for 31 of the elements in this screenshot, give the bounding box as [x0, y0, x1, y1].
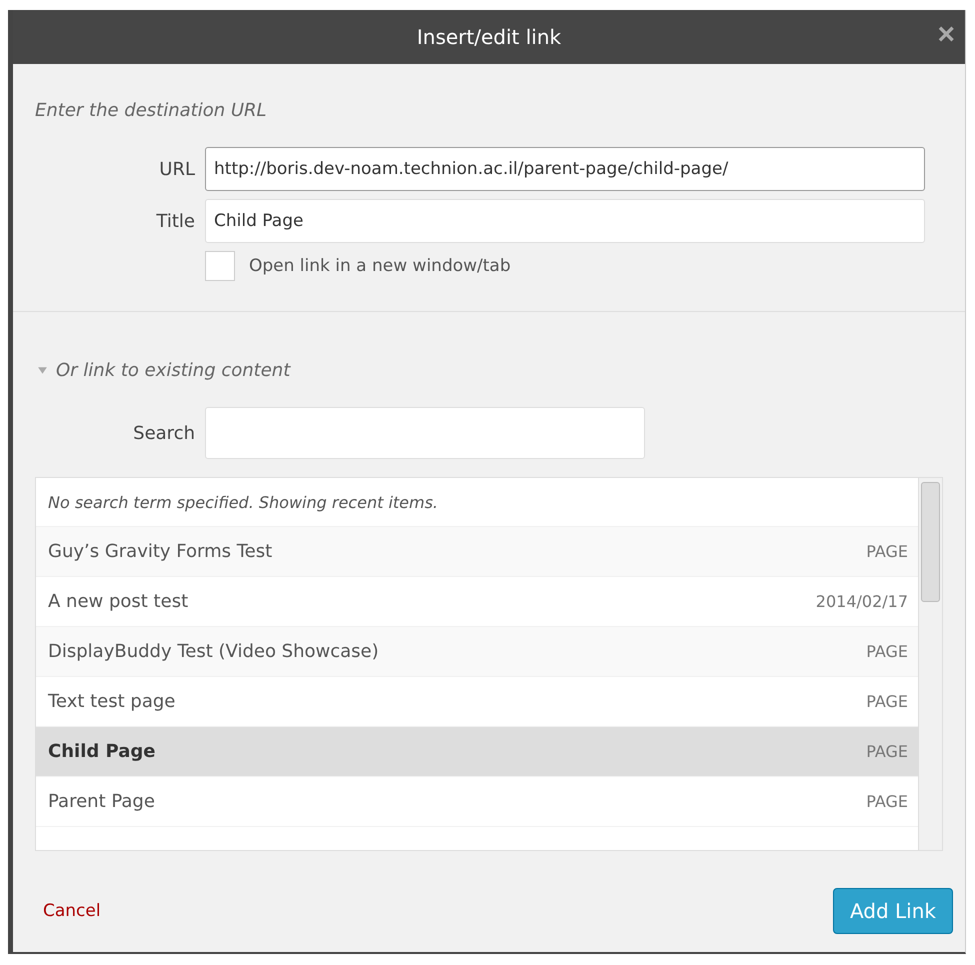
- field-label: Title: [155, 210, 195, 232]
- item-title: Child Page: [48, 741, 156, 762]
- cancel-link[interactable]: Cancel: [43, 901, 101, 921]
- title-field[interactable]: Child Page: [205, 199, 925, 243]
- close-button[interactable]: ×: [933, 20, 959, 50]
- item-title: DisplayBuddy Test (Video Showcase): [48, 641, 379, 662]
- item-type: PAGE: [866, 642, 908, 661]
- result-item[interactable]: Parent Page PAGE: [36, 777, 918, 827]
- scrollbar[interactable]: [918, 478, 942, 850]
- item-type: 2014/02/17: [816, 592, 908, 611]
- item-type: PAGE: [866, 692, 908, 711]
- url-field[interactable]: http://boris.dev-noam.technion.ac.il/parent-page/child-page/: [205, 147, 925, 191]
- item-type: PAGE: [866, 742, 908, 761]
- result-item[interactable]: DisplayBuddy Test (Video Showcase) PAGE: [36, 627, 918, 677]
- result-item[interactable]: Guy’s Gravity Forms Test PAGE: [36, 527, 918, 577]
- item-title: Guy’s Gravity Forms Test: [48, 541, 272, 562]
- checkbox[interactable]: [205, 251, 235, 281]
- item-title: Parent Page: [48, 791, 155, 812]
- window-title: Insert/edit link: [416, 25, 562, 49]
- field-label: Search: [132, 422, 195, 444]
- toggle-link[interactable]: Or link to existing content: [56, 360, 290, 381]
- item-title: A new post test: [48, 591, 188, 612]
- field-label: URL: [158, 158, 195, 180]
- item-title: Text test page: [48, 691, 176, 712]
- checkbox-label: Open link in a new window/tab: [249, 256, 511, 276]
- result-item[interactable]: Child Page PAGE: [36, 727, 918, 777]
- triangle-icon[interactable]: [37, 365, 48, 376]
- item-type: PAGE: [866, 792, 908, 811]
- search-field[interactable]: [205, 407, 645, 459]
- item-type: PAGE: [866, 542, 908, 561]
- section-heading: Enter the destination URL: [35, 100, 268, 121]
